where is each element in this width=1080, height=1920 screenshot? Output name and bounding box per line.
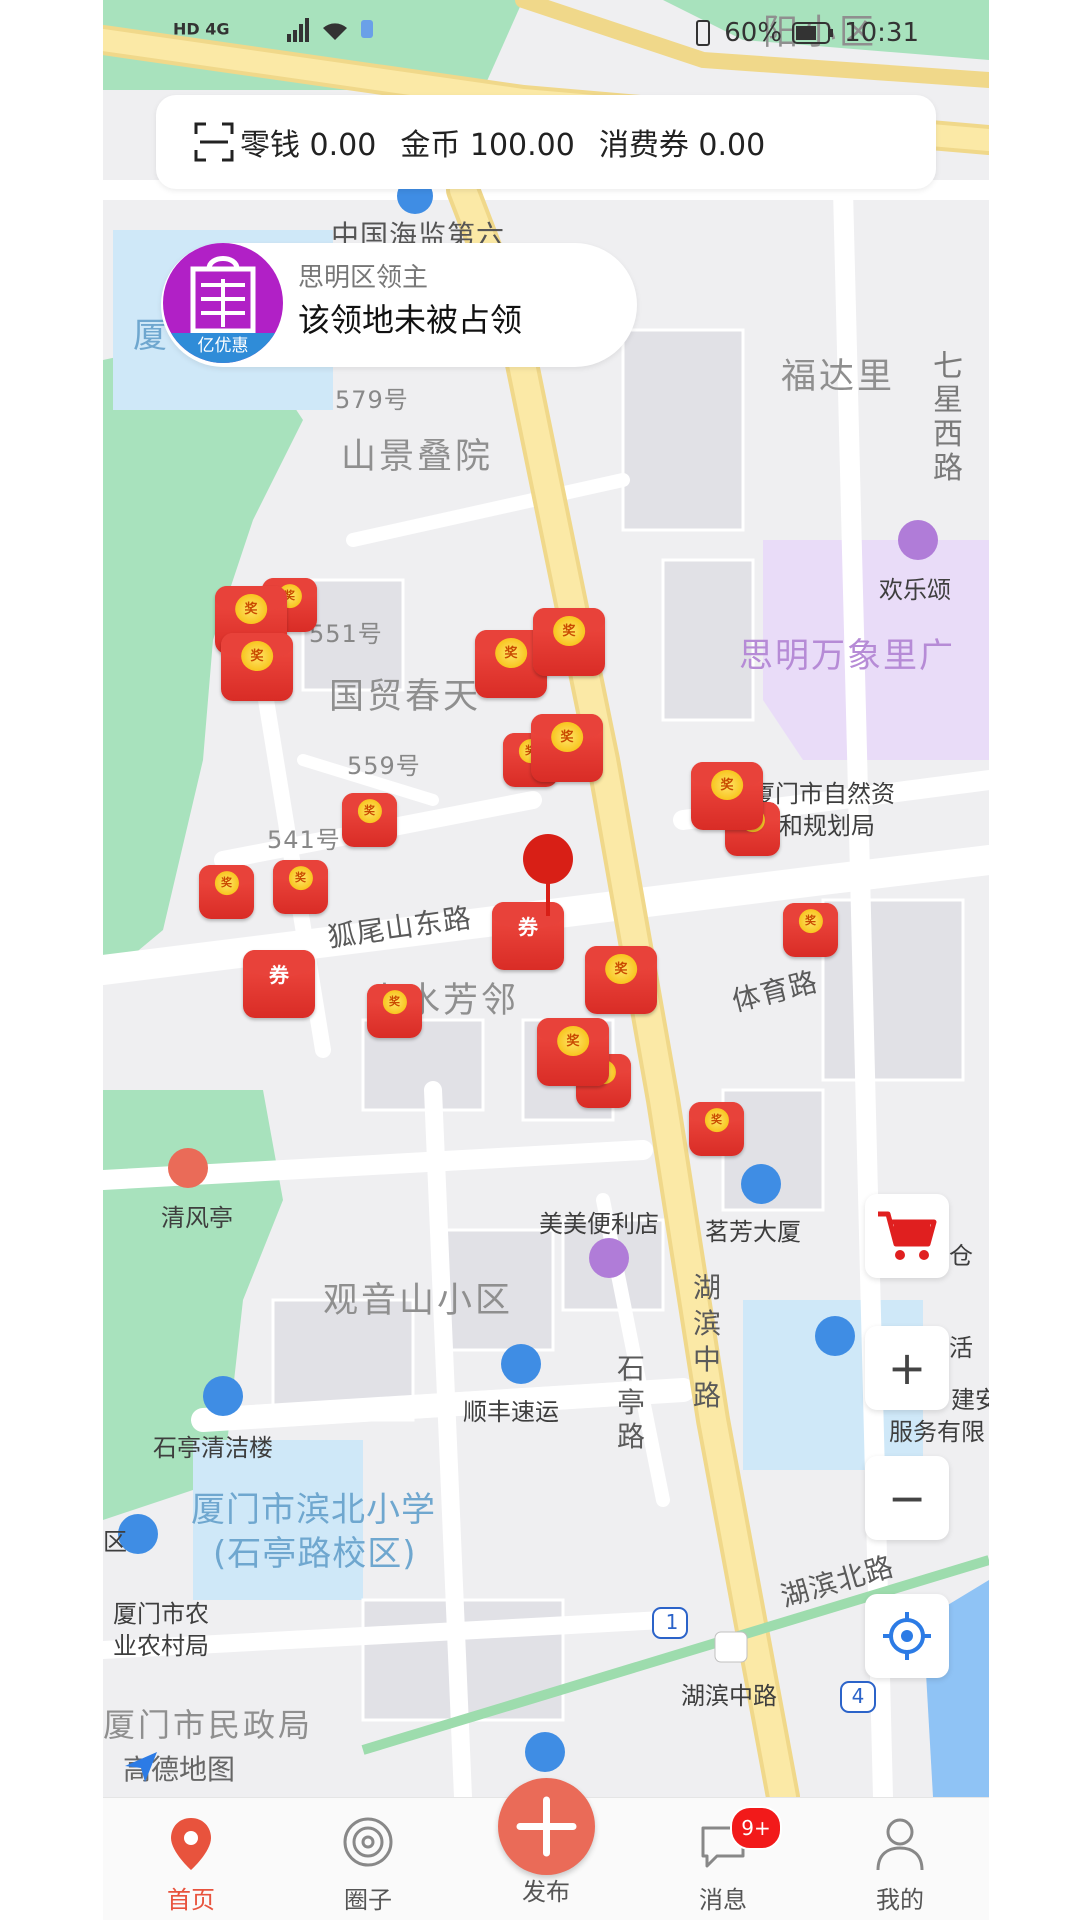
app-screen: 阳小区 中国海监第六 福达里 七星西路 579号 山景叠院 欢乐颂 思明万象里广…: [103, 0, 989, 1920]
voucher-balance[interactable]: 消费券 0.00: [599, 120, 765, 164]
publish-button[interactable]: [498, 1778, 595, 1875]
zoom-out-button[interactable]: −: [865, 1456, 949, 1540]
nav-home[interactable]: 首页: [131, 1798, 251, 1920]
map-label: 业农村局: [113, 1632, 209, 1660]
reward-envelope-marker[interactable]: 奖: [199, 865, 254, 919]
map-label: 厦门市民政局: [103, 1706, 314, 1744]
reward-envelope-marker[interactable]: 奖: [783, 903, 838, 957]
cart-button[interactable]: [865, 1194, 949, 1278]
vibrate-icon: [696, 20, 711, 46]
voucher-envelope-marker[interactable]: 券: [243, 950, 315, 1018]
map-label: 559号: [347, 752, 421, 780]
user-icon: [876, 1818, 924, 1871]
map-label: 福达里: [781, 357, 896, 397]
map-label: 活: [949, 1334, 973, 1362]
map-label: 思明万象里广: [739, 636, 955, 676]
map-label: 服务有限: [889, 1418, 985, 1446]
messages-badge: 9+: [730, 1806, 782, 1850]
reward-envelope-marker[interactable]: 奖: [367, 984, 422, 1038]
cart-icon: [878, 1211, 937, 1260]
map-label: 美美便利店: [539, 1210, 659, 1238]
map-label: 仓: [949, 1242, 973, 1270]
reward-envelope-marker[interactable]: 奖: [537, 1018, 609, 1086]
plus-icon: [516, 1796, 577, 1857]
battery-percent: 60%: [724, 18, 783, 48]
app-logo: 亿优惠: [163, 243, 283, 363]
map-label: 579号: [335, 386, 409, 414]
map-label: 欢乐颂: [879, 576, 951, 604]
wallet-bar: 零钱 0.00 金币 100.00 消费券 0.00: [156, 95, 936, 189]
map-label: 551号: [309, 620, 383, 648]
logo-text: 亿优惠: [163, 333, 283, 363]
map-label: 顺丰速运: [463, 1398, 559, 1426]
map-pin-icon: [171, 1818, 211, 1870]
locate-crosshair-icon: [883, 1612, 931, 1660]
map-label: 和规划局: [779, 812, 875, 840]
territory-title: 思明区领主: [298, 263, 429, 293]
zoom-in-button[interactable]: +: [865, 1326, 949, 1410]
map-label: 石亭路: [617, 1352, 647, 1453]
map-label: 541号: [267, 826, 341, 854]
nav-circle[interactable]: 圈子: [308, 1798, 428, 1920]
map-label: 建安: [951, 1386, 989, 1414]
reward-envelope-marker[interactable]: 奖: [342, 793, 397, 847]
map-label: 湖滨中路: [693, 1271, 723, 1412]
territory-card[interactable]: 亿优惠 思明区领主 该领地未被占领: [161, 243, 637, 367]
reward-envelope-marker[interactable]: 奖: [691, 762, 763, 830]
signal-wifi-icon: [287, 18, 374, 42]
reward-envelope-marker[interactable]: 奖: [221, 633, 293, 701]
scan-icon[interactable]: [194, 122, 234, 162]
map-label: 区: [103, 1528, 127, 1556]
navigation-arrow-icon: [125, 1752, 157, 1782]
battery-icon: [792, 22, 834, 44]
map-label: 清风亭: [161, 1204, 233, 1232]
map-label: 石亭清洁楼: [153, 1434, 273, 1462]
map-attribution: 高德地图: [123, 1748, 235, 1788]
network-indicators: HD 4G: [173, 10, 375, 50]
metro-line-badge: 4: [851, 1684, 865, 1708]
map-label: 湖滨中路: [681, 1682, 777, 1710]
metro-line-badge: 1: [665, 1610, 679, 1634]
change-balance[interactable]: 零钱 0.00: [240, 120, 376, 164]
reward-envelope-marker[interactable]: 奖: [273, 860, 328, 914]
map-label: 观音山小区: [323, 1281, 514, 1321]
status-right: 60% 10:31: [692, 18, 919, 48]
reward-envelope-marker[interactable]: 奖: [533, 608, 605, 676]
map-label: 七星西路: [933, 349, 964, 486]
reward-envelope-marker[interactable]: 奖: [531, 714, 603, 782]
map-label: 茗芳大厦: [705, 1218, 801, 1246]
circle-spiral-icon: [343, 1817, 393, 1867]
territory-status: 该领地未被占领: [298, 301, 523, 339]
map-label: (石亭路校区): [213, 1534, 417, 1574]
clock: 10:31: [844, 18, 919, 48]
reward-envelope-marker[interactable]: 奖: [689, 1102, 744, 1156]
map-label: 厦门市农: [113, 1600, 209, 1628]
status-bar: HD 4G 60% 10:31: [103, 0, 989, 70]
nav-mine[interactable]: 我的: [840, 1798, 960, 1920]
map-label: 厦门市滨北小学: [191, 1490, 436, 1530]
reward-envelope-marker[interactable]: 奖: [585, 946, 657, 1014]
coins-balance[interactable]: 金币 100.00: [400, 120, 575, 164]
map-label: 国贸春天: [329, 677, 482, 717]
map-label: 山景叠院: [341, 437, 494, 477]
locate-button[interactable]: [865, 1594, 949, 1678]
